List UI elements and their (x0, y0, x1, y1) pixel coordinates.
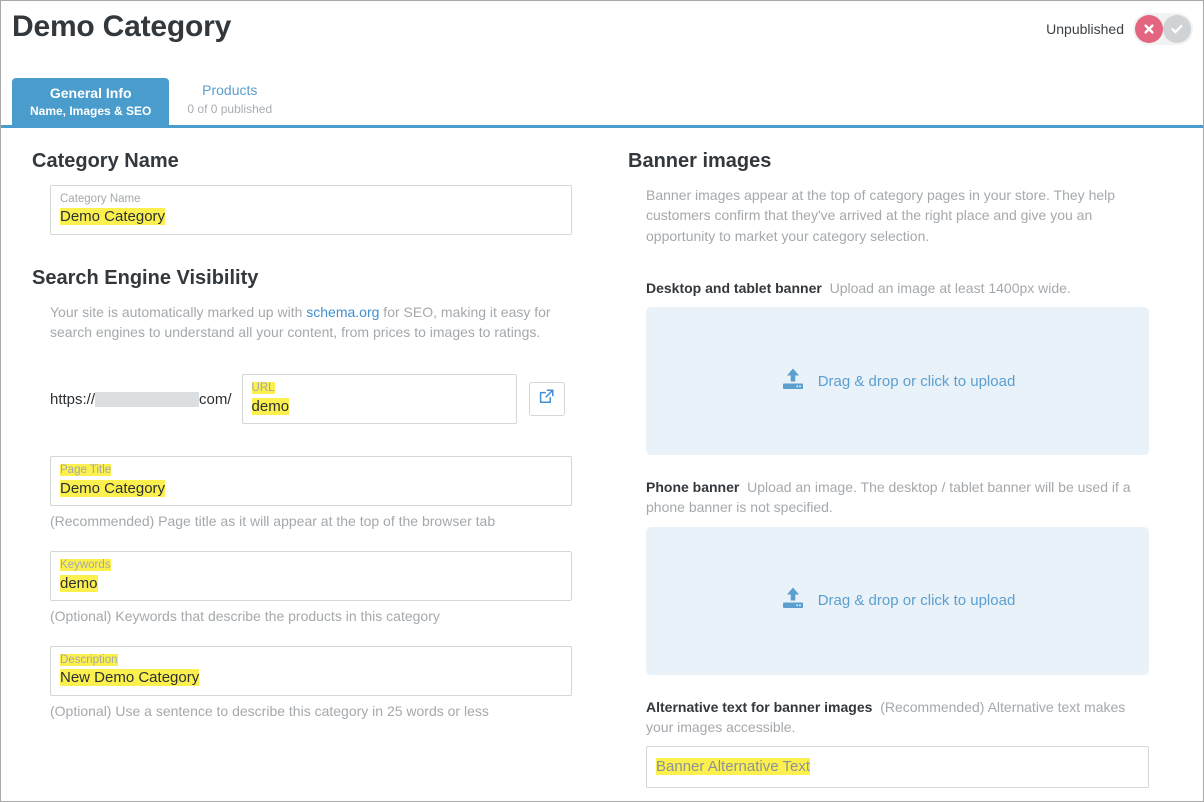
tab-products[interactable]: Products 0 of 0 published (169, 75, 290, 126)
open-url-button[interactable] (528, 382, 565, 417)
publish-toggle-button[interactable] (1163, 15, 1191, 43)
description-field-value: New Demo Category (60, 669, 200, 687)
schema-org-link[interactable]: schema.org (306, 304, 379, 320)
close-circle-icon (1142, 22, 1156, 36)
tab-bar: General Info Name, Images & SEO Products… (1, 67, 1203, 125)
page-title-field-value: Demo Category (60, 479, 166, 497)
category-name-field[interactable]: Category Name Demo Category (50, 185, 572, 235)
unpublish-toggle-button[interactable] (1135, 15, 1163, 43)
category-editor-page: Demo Category Unpublished General Info N… (0, 0, 1204, 802)
phone-banner-label: Phone banner (646, 479, 740, 496)
banner-images-section-title: Banner images (628, 150, 772, 172)
seo-section-description: Your site is automatically marked up wit… (50, 302, 555, 343)
page-title-help-text: (Recommended) Page title as it will appe… (50, 513, 496, 530)
external-link-icon (538, 388, 555, 410)
url-prefix: https:// com/ (50, 391, 232, 408)
page-title: Demo Category (12, 10, 232, 43)
desktop-banner-dropzone[interactable]: Drag & drop or click to upload (646, 307, 1149, 456)
url-field-label: URL (251, 382, 275, 395)
category-name-section-title: Category Name (32, 150, 179, 172)
desktop-banner-label-row: Desktop and tablet banner Upload an imag… (646, 278, 1203, 298)
desktop-dropzone-text: Drag & drop or click to upload (817, 372, 1016, 390)
upload-icon (780, 366, 806, 397)
tab-general-info-label: General Info (49, 84, 132, 101)
banner-images-section-description: Banner images appear at the top of categ… (646, 187, 1116, 244)
phone-dropzone-text: Drag & drop or click to upload (817, 592, 1016, 610)
keywords-help-text: (Optional) Keywords that describe the pr… (50, 608, 440, 625)
desktop-banner-hint: Upload an image at least 1400px wide. (829, 279, 1071, 296)
description-help-text: (Optional) Use a sentence to describe th… (50, 702, 489, 719)
tab-products-sublabel: 0 of 0 published (187, 102, 273, 116)
redacted-domain (95, 391, 200, 407)
description-field[interactable]: Description New Demo Category (50, 646, 572, 696)
right-column: Banner images Banner images appear at th… (614, 150, 1203, 788)
page-content: Category Name Category Name Demo Categor… (1, 128, 1203, 788)
url-tld: com/ (199, 390, 232, 408)
category-name-field-label: Category Name (60, 193, 141, 205)
check-circle-icon (1169, 21, 1185, 37)
url-scheme: https:// (50, 390, 96, 408)
phone-banner-label-row: Phone banner Upload an image. The deskto… (646, 477, 1136, 518)
publish-status-label: Unpublished (1046, 21, 1124, 37)
alt-text-label: Alternative text for banner images (646, 698, 873, 715)
publish-toggle[interactable] (1133, 13, 1193, 45)
page-header: Demo Category Unpublished (1, 1, 1203, 67)
url-field[interactable]: URL demo (241, 374, 517, 425)
keywords-field-value: demo (60, 574, 98, 592)
left-column: Category Name Category Name Demo Categor… (1, 150, 614, 788)
phone-banner-dropzone[interactable]: Drag & drop or click to upload (646, 526, 1149, 675)
tab-general-info[interactable]: General Info Name, Images & SEO (12, 77, 170, 125)
category-name-field-value: Demo Category (60, 208, 166, 226)
alt-text-field-placeholder: Banner Alternative Text (656, 758, 810, 776)
seo-section-title: Search Engine Visibility (32, 266, 259, 289)
desktop-banner-label: Desktop and tablet banner (646, 279, 822, 296)
description-field-label: Description (60, 654, 118, 667)
page-title-field[interactable]: Page Title Demo Category (50, 456, 572, 507)
url-row: https:// com/ URL demo (50, 374, 614, 425)
publish-status-control: Unpublished (1046, 13, 1193, 45)
tab-products-label: Products (202, 81, 258, 98)
seo-desc-before: Your site is automatically marked up wit… (50, 303, 307, 320)
keywords-field[interactable]: Keywords demo (50, 551, 572, 602)
url-field-value: demo (251, 397, 290, 415)
page-title-field-label: Page Title (60, 464, 112, 477)
tab-general-info-sublabel: Name, Images & SEO (30, 104, 152, 118)
alt-text-label-row: Alternative text for banner images (Reco… (646, 697, 1138, 738)
alt-text-field[interactable]: Banner Alternative Text (646, 746, 1149, 788)
keywords-field-label: Keywords (60, 559, 111, 572)
upload-icon (780, 585, 806, 616)
